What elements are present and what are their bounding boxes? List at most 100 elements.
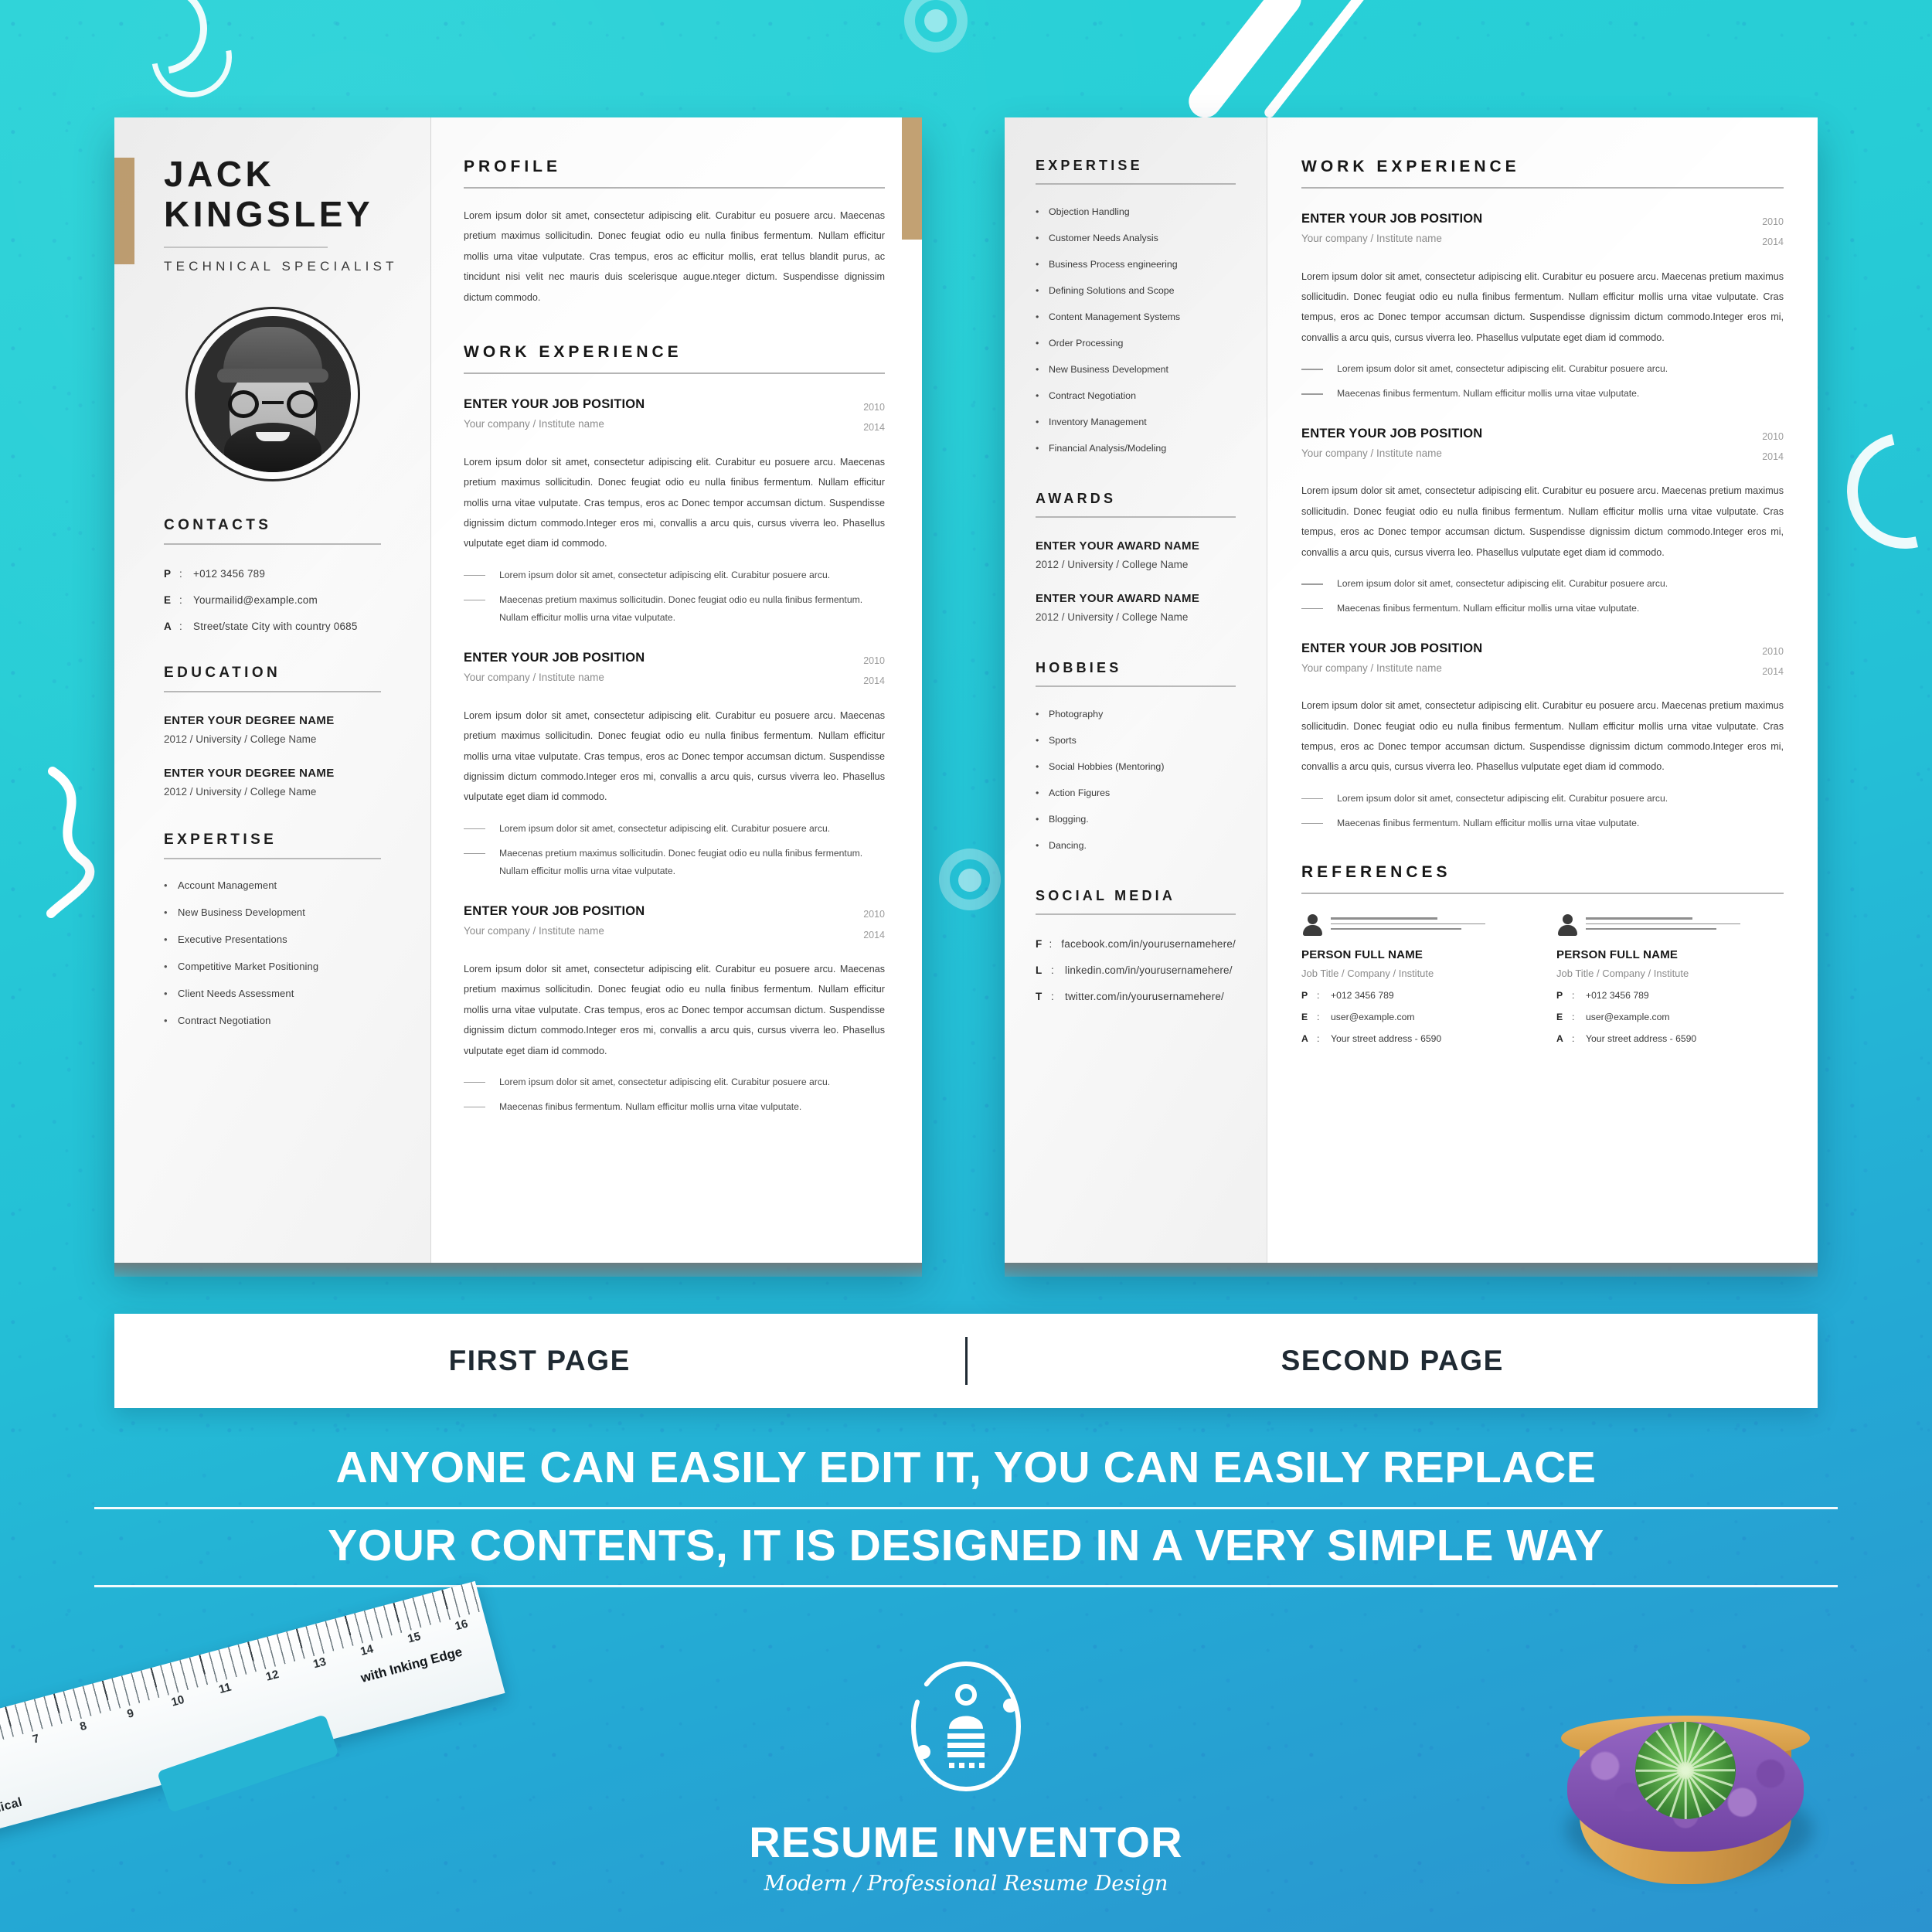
job-company-p1-2: Your company / Institute name bbox=[464, 672, 604, 684]
resume-page-2[interactable]: EXPERTISE • Objection Handling • Customer … bbox=[1005, 117, 1818, 1277]
list-item: • Order Processing bbox=[1036, 338, 1236, 349]
facebook-icon: F bbox=[1036, 938, 1043, 950]
work-experience-rule-p2 bbox=[1301, 187, 1784, 189]
job-entry: ENTER YOUR JOB POSITION Your company / I… bbox=[1301, 641, 1784, 833]
tagline-block: ANYONE CAN EASILY EDIT IT, YOU CAN EASIL… bbox=[0, 1431, 1932, 1587]
social-sep-facebook: : bbox=[1049, 938, 1053, 950]
job-entry: ENTER YOUR JOB POSITION Your company / I… bbox=[1301, 427, 1784, 618]
reference-placeholder-lines bbox=[1586, 917, 1784, 934]
reference-phone-key-1: P bbox=[1301, 990, 1308, 1002]
education-heading: EDUCATION bbox=[164, 665, 281, 682]
reference-phone-2[interactable]: P : +012 3456 789 bbox=[1556, 990, 1784, 1001]
ruler-label-left: rs technical bbox=[0, 1795, 24, 1828]
expertise-heading-page1: EXPERTISE bbox=[164, 832, 277, 849]
job-bullet: Lorem ipsum dolor sit amet, consectetur … bbox=[1301, 790, 1784, 808]
reference-phone-sep-2: : bbox=[1572, 990, 1575, 1002]
tagline-line-2: YOUR CONTENTS, IT IS DESIGNED IN A VERY … bbox=[328, 1521, 1604, 1570]
reference-email-sep-1: : bbox=[1317, 1012, 1320, 1023]
contact-sep-email: : bbox=[179, 594, 182, 607]
expertise-rule-page2 bbox=[1036, 183, 1236, 185]
dash-icon bbox=[1301, 385, 1337, 403]
job-bullet-p2-1-2: Maecenas finibus fermentum. Nullam effic… bbox=[1337, 388, 1640, 400]
list-item: • Financial Analysis/Modeling bbox=[1036, 443, 1236, 454]
reference-name-2: PERSON FULL NAME bbox=[1556, 948, 1679, 962]
bullet-dot-icon: • bbox=[164, 934, 168, 946]
reference-address-sep-1: : bbox=[1317, 1033, 1320, 1045]
page-1-main: PROFILE Lorem ipsum dolor sit amet, cons… bbox=[431, 117, 922, 1263]
person-icon bbox=[1556, 914, 1578, 937]
reference-phone-value-1: +012 3456 789 bbox=[1331, 990, 1394, 1002]
job-bullet-p2-3-2: Maecenas finibus fermentum. Nullam effic… bbox=[1337, 817, 1640, 828]
expertise-item-p2-10: Financial Analysis/Modeling bbox=[1049, 443, 1167, 454]
job-bullet: Maecenas pretium maximus sollicitudin. D… bbox=[464, 591, 885, 628]
job-bullet-p1-3-1: Lorem ipsum dolor sit amet, consectetur … bbox=[499, 1076, 831, 1087]
social-value-facebook: facebook.com/in/yourusernamehere/ bbox=[1061, 938, 1236, 950]
expertise-heading-page2: EXPERTISE bbox=[1036, 158, 1143, 173]
bullet-dot-icon: • bbox=[1036, 259, 1039, 270]
dash-icon bbox=[464, 1098, 499, 1117]
name-block: JACK KINGSLEY TECHNICAL SPECIALIST bbox=[114, 117, 430, 274]
reference-email-2[interactable]: E : user@example.com bbox=[1556, 1012, 1784, 1022]
job-text-p2-2: Lorem ipsum dolor sit amet, consectetur … bbox=[1301, 485, 1784, 558]
photo-beanie-icon bbox=[216, 327, 328, 383]
list-item: • Photography bbox=[1036, 709, 1236, 719]
list-item: • Competitive Market Positioning bbox=[164, 961, 381, 972]
list-item: • New Business Development bbox=[1036, 364, 1236, 375]
job-year-start-p1-3: 2010 bbox=[863, 909, 885, 920]
bullet-dot-icon: • bbox=[1036, 709, 1039, 719]
job-title-p1-3: ENTER YOUR JOB POSITION bbox=[464, 904, 645, 919]
bullet-dot-icon: • bbox=[1036, 233, 1039, 243]
cactus-pot-prop bbox=[1561, 1607, 1816, 1917]
reference-card-1: PERSON FULL NAME Job Title / Company / I… bbox=[1301, 914, 1529, 1044]
references-rule bbox=[1301, 893, 1784, 895]
ruler-cutout bbox=[156, 1714, 339, 1813]
contact-row-phone[interactable]: P : +012 3456 789 bbox=[164, 568, 381, 580]
section-expertise-page1: EXPERTISE • Account Management • New Busin… bbox=[114, 832, 430, 1026]
social-sep-linkedin: : bbox=[1051, 964, 1054, 976]
bullet-dot-icon: • bbox=[1036, 206, 1039, 217]
job-title-p2-3: ENTER YOUR JOB POSITION bbox=[1301, 641, 1483, 655]
award-subtitle-2: 2012 / University / College Name bbox=[1036, 611, 1189, 623]
photo-glasses-icon bbox=[226, 390, 319, 419]
social-value-twitter: twitter.com/in/yourusernamehere/ bbox=[1065, 991, 1224, 1002]
job-year-end-p2-3: 2014 bbox=[1762, 665, 1784, 677]
section-expertise-page2: EXPERTISE • Objection Handling • Customer … bbox=[1036, 158, 1236, 454]
reference-phone-1[interactable]: P : +012 3456 789 bbox=[1301, 990, 1529, 1001]
bullet-dot-icon: • bbox=[1036, 311, 1039, 322]
list-item: • Blogging. bbox=[1036, 814, 1236, 825]
job-entry: ENTER YOUR JOB POSITION Your company / I… bbox=[464, 904, 885, 1116]
section-education: EDUCATION ENTER YOUR DEGREE NAME 2012 / … bbox=[114, 665, 430, 798]
job-entry: ENTER YOUR JOB POSITION Your company / I… bbox=[464, 397, 885, 628]
photo-beard bbox=[223, 423, 321, 473]
contact-sep-address: : bbox=[179, 621, 182, 633]
job-bullet: Maecenas finibus fermentum. Nullam effic… bbox=[1301, 815, 1784, 833]
reference-address-2[interactable]: A : Your street address - 6590 bbox=[1556, 1033, 1784, 1044]
job-year-end-p2-1: 2014 bbox=[1762, 236, 1784, 248]
resume-page-1[interactable]: JACK KINGSLEY TECHNICAL SPECIALIST CONTA… bbox=[114, 117, 922, 1277]
reference-email-1[interactable]: E : user@example.com bbox=[1301, 1012, 1529, 1022]
list-item: • Inventory Management bbox=[1036, 417, 1236, 427]
bullet-dot-icon: • bbox=[1036, 443, 1039, 454]
social-row-linkedin[interactable]: L : linkedin.com/in/yourusernamehere/ bbox=[1036, 964, 1236, 976]
page-1-bottom-shadow bbox=[114, 1263, 922, 1277]
dash-icon bbox=[464, 591, 499, 628]
contact-row-email[interactable]: E : Yourmailid@example.com bbox=[164, 594, 381, 606]
hobby-item-4: Action Figures bbox=[1049, 787, 1111, 798]
contact-row-address[interactable]: A : Street/state City with country 0685 bbox=[164, 621, 381, 632]
bullet-dot-icon: • bbox=[164, 906, 168, 919]
contact-value-address: Street/state City with country 0685 bbox=[193, 621, 358, 633]
profile-text: Lorem ipsum dolor sit amet, consectetur … bbox=[464, 210, 885, 303]
social-row-twitter[interactable]: T : twitter.com/in/yourusernamehere/ bbox=[1036, 991, 1236, 1002]
reference-phone-key-2: P bbox=[1556, 990, 1563, 1002]
profile-heading: PROFILE bbox=[464, 158, 562, 175]
social-row-facebook[interactable]: F : facebook.com/in/yourusernamehere/ bbox=[1036, 938, 1236, 950]
expertise-list-page2: • Objection Handling • Customer Needs Anal… bbox=[1036, 206, 1236, 454]
job-bullet-p1-1-2: Maecenas pretium maximus sollicitudin. D… bbox=[499, 594, 863, 624]
social-media-heading: SOCIAL MEDIA bbox=[1036, 888, 1176, 903]
award-entry-2: ENTER YOUR AWARD NAME 2012 / University … bbox=[1036, 592, 1236, 623]
reference-address-1[interactable]: A : Your street address - 6590 bbox=[1301, 1033, 1529, 1044]
bullet-dot-icon: • bbox=[1036, 285, 1039, 296]
bullet-dot-icon: • bbox=[1036, 814, 1039, 825]
bullet-dot-icon: • bbox=[1036, 761, 1039, 772]
job-entry: ENTER YOUR JOB POSITION Your company / I… bbox=[1301, 212, 1784, 403]
